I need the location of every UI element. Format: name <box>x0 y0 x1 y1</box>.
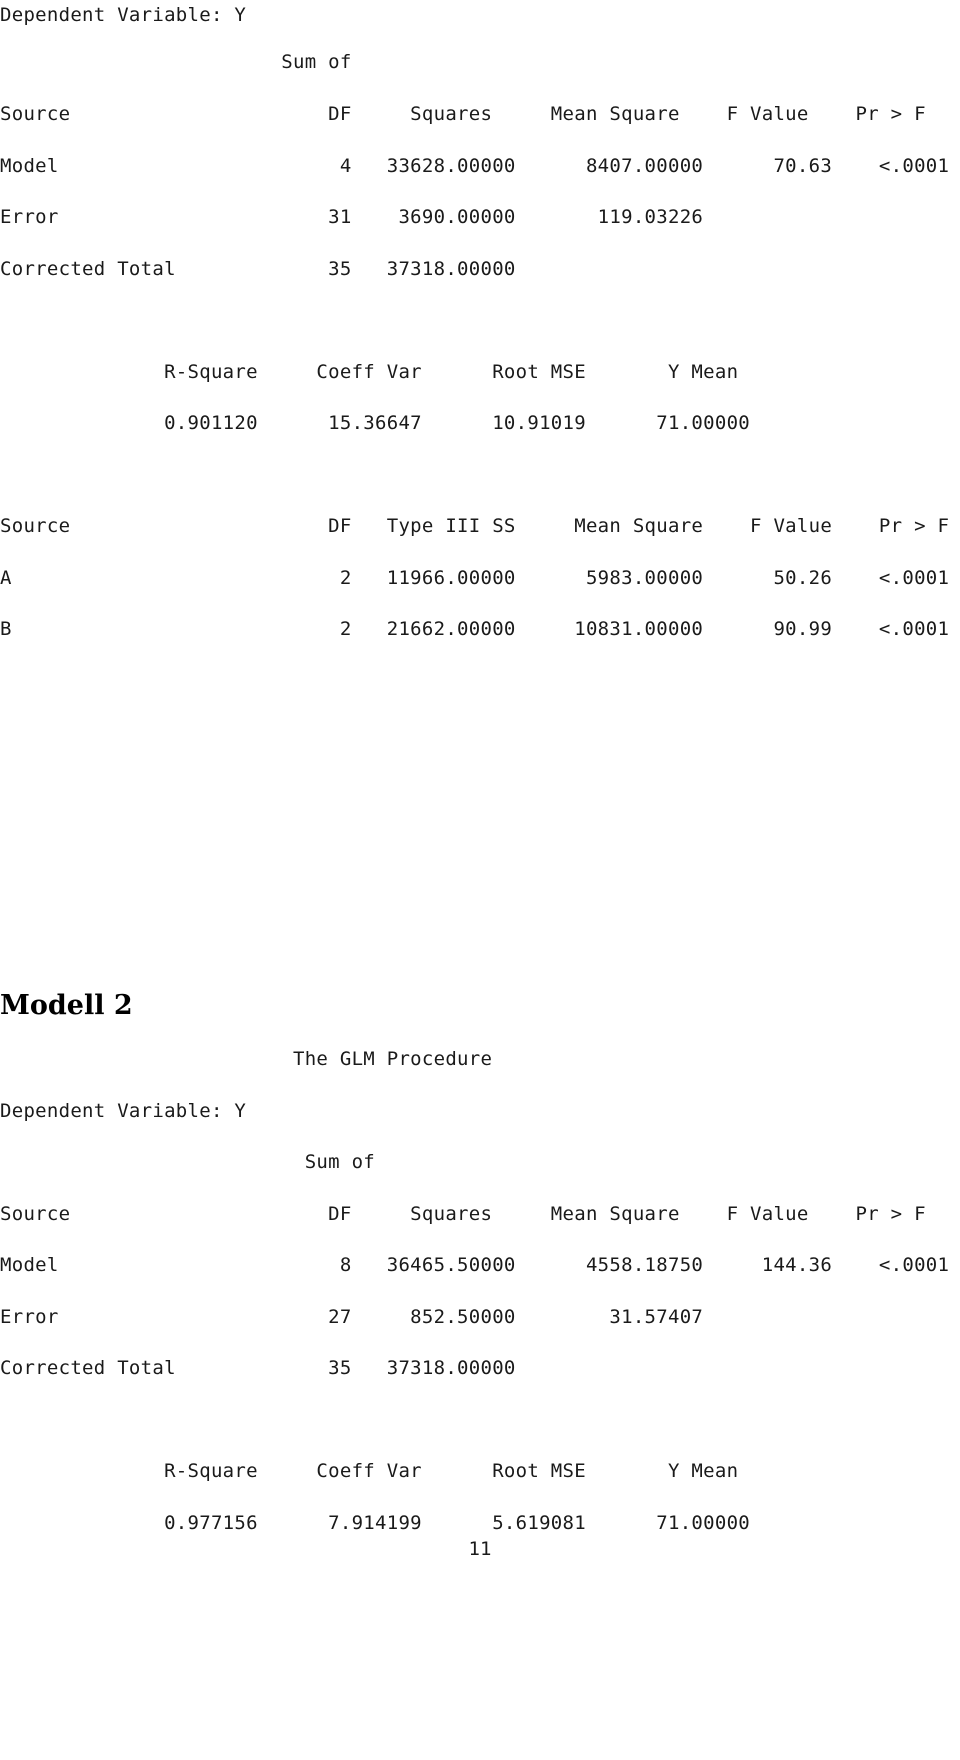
model1-type3-header: Source DF Type III SS Mean Square F Valu… <box>0 515 950 537</box>
model1-fit-header: R-Square Coeff Var Root MSE Y Mean <box>0 361 739 383</box>
model2-anova-row-model: Model 8 36465.50000 4558.18750 144.36 <.… <box>0 1254 950 1276</box>
model1-anova-header: Source DF Squares Mean Square F Value Pr… <box>0 103 926 125</box>
model1-anova-row-model: Model 4 33628.00000 8407.00000 70.63 <.0… <box>0 155 950 177</box>
page-number: 11 <box>468 1538 492 1560</box>
model1-type3-row-b: B 2 21662.00000 10831.00000 90.99 <.0001 <box>0 618 950 640</box>
model2-anova-row-corrected-total: Corrected Total 35 37318.00000 <box>0 1357 516 1379</box>
model1-dependent-variable-line: Dependent Variable: Y <box>0 4 247 26</box>
model2-fit-values: 0.977156 7.914199 5.619081 71.00000 <box>0 1512 751 1534</box>
model1-type3-row-a: A 2 11966.00000 5983.00000 50.26 <.0001 <box>0 567 950 589</box>
model1-sum-of-label: Sum of <box>0 51 352 73</box>
model2-fit-header: R-Square Coeff Var Root MSE Y Mean <box>0 1460 739 1482</box>
model2-heading: Modell 2 <box>0 990 133 1021</box>
model1-fit-values: 0.901120 15.36647 10.91019 71.00000 <box>0 412 751 434</box>
sas-output-page: Dependent Variable: Y Sum of Source DF S… <box>0 0 960 1760</box>
model2-anova-row-error: Error 27 852.50000 31.57407 <box>0 1306 704 1328</box>
model2-sum-of-label: Sum of <box>0 1151 376 1173</box>
model2-dependent-variable-line: Dependent Variable: Y <box>0 1100 247 1122</box>
model2-procedure-title: The GLM Procedure <box>0 1048 493 1070</box>
model2-anova-header: Source DF Squares Mean Square F Value Pr… <box>0 1203 926 1225</box>
model1-anova-row-error: Error 31 3690.00000 119.03226 <box>0 206 704 228</box>
model1-anova-row-corrected-total: Corrected Total 35 37318.00000 <box>0 258 516 280</box>
